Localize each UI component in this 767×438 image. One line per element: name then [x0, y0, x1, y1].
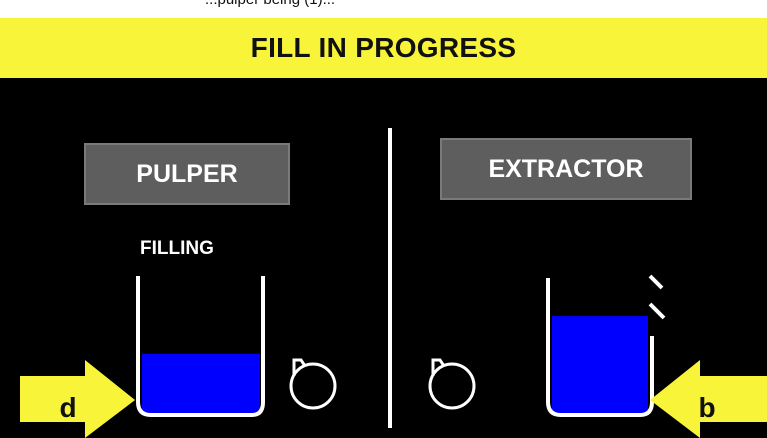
callout-label-d: d	[59, 392, 76, 423]
callout-arrow-d: d	[20, 360, 135, 438]
pulper-fill-level	[142, 353, 260, 414]
extractor-fill-level	[552, 316, 648, 414]
callout-arrow-b: b	[650, 360, 767, 438]
pulper-tank	[136, 276, 265, 417]
pulper-pump-icon	[289, 358, 337, 410]
extractor-lid-slash-lower	[648, 302, 666, 320]
vessel-scene: d b	[20, 274, 767, 438]
extractor-lid-slash-upper	[648, 274, 664, 290]
extractor-tank	[546, 274, 666, 417]
extractor-pump-icon	[428, 358, 476, 410]
callout-label-b: b	[698, 392, 715, 423]
top-caption: ...pulper being (1)...	[205, 0, 335, 8]
hmi-panel: FILL IN PROGRESS PULPER EXTRACTOR FILLIN…	[0, 18, 767, 438]
